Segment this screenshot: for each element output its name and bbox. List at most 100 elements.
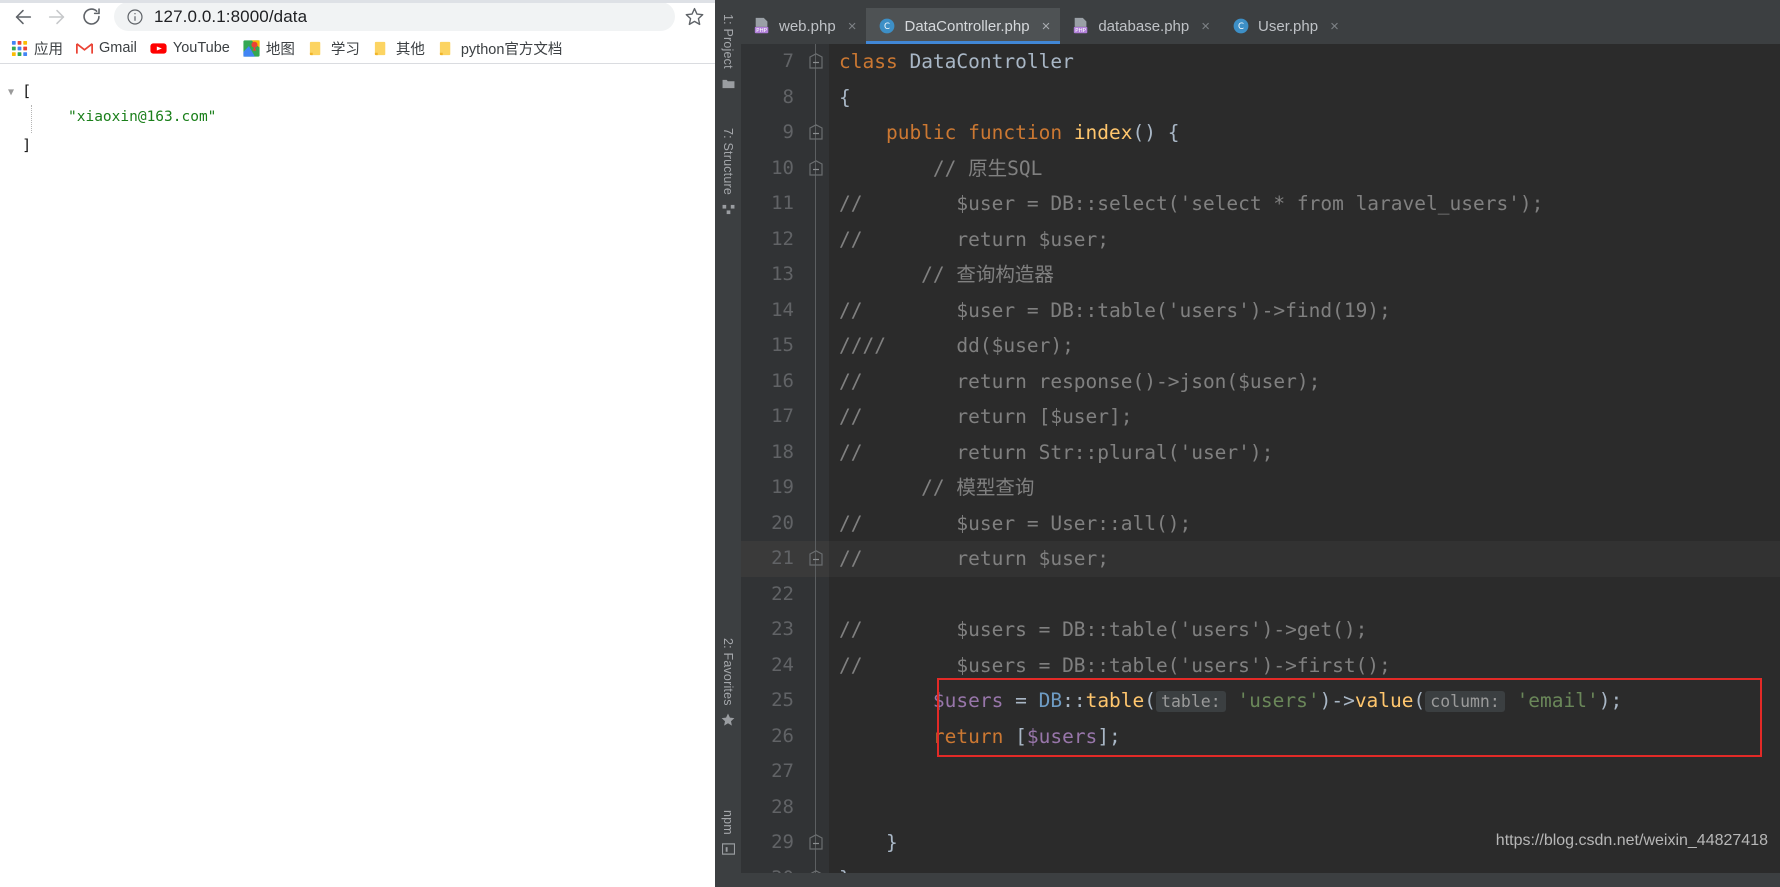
- fold-gutter[interactable]: [803, 399, 829, 435]
- line-number: 26: [741, 718, 803, 754]
- fold-gutter[interactable]: [803, 789, 829, 825]
- bookmark-item-apps[interactable]: 应用: [6, 35, 71, 62]
- fold-gutter[interactable]: [803, 860, 829, 873]
- fold-gutter[interactable]: [803, 186, 829, 222]
- code-line[interactable]: 8{: [741, 79, 1780, 115]
- fold-gutter[interactable]: [803, 683, 829, 719]
- code-line[interactable]: 14 // $user = DB::table('users')->find(19…: [741, 292, 1780, 329]
- fold-gutter[interactable]: [803, 150, 829, 186]
- info-circle-icon[interactable]: [126, 8, 144, 26]
- code-line[interactable]: 25 $users = DB::table(table: 'users')->v…: [741, 683, 1780, 719]
- code-token: $user = User::all();: [862, 511, 1192, 535]
- code-line[interactable]: 19 // 模型查询: [741, 470, 1780, 506]
- bookmark-folder-study[interactable]: 学习: [303, 35, 368, 62]
- code-editor[interactable]: 7 class DataController 8{9 public function…: [741, 44, 1780, 873]
- code-line[interactable]: 17 // return [$user];: [741, 399, 1780, 435]
- code-text: class DataController: [829, 44, 1780, 80]
- tool-window-favorites[interactable]: 2: Favorites: [715, 636, 741, 736]
- bookmark-item-gmail[interactable]: Gmail: [71, 37, 145, 60]
- editor-tab-datacontroller-php[interactable]: C DataController.php ×: [866, 8, 1061, 44]
- line-number: 25: [741, 683, 803, 719]
- code-line[interactable]: 10 // 原生SQL: [741, 150, 1780, 186]
- code-line[interactable]: 13 // 查询构造器: [741, 257, 1780, 293]
- code-line[interactable]: 22: [741, 576, 1780, 612]
- bookmark-folder-other[interactable]: 其他: [368, 35, 433, 62]
- bookmark-star-icon[interactable]: [679, 2, 709, 32]
- tool-window-strip: 1: Project 7: Structure 2: Favorites npm: [715, 8, 741, 873]
- svg-text:PHP: PHP: [1075, 28, 1087, 34]
- fold-gutter[interactable]: [803, 79, 829, 115]
- code-token: DataController: [909, 50, 1074, 73]
- code-line[interactable]: 21 // return $user;: [741, 541, 1780, 577]
- fold-gutter[interactable]: [803, 434, 829, 470]
- fold-gutter[interactable]: [803, 647, 829, 683]
- fold-gutter[interactable]: [803, 221, 829, 257]
- collapse-triangle-icon[interactable]: ▼: [0, 79, 22, 105]
- close-icon[interactable]: ×: [1042, 19, 1051, 34]
- code-line[interactable]: 12 // return $user;: [741, 221, 1780, 257]
- line-number: 23: [741, 612, 803, 648]
- fold-gutter[interactable]: [803, 718, 829, 754]
- address-bar[interactable]: 127.0.0.1:8000/data: [114, 2, 675, 31]
- reload-icon[interactable]: [74, 2, 108, 32]
- fold-gutter[interactable]: [803, 363, 829, 399]
- line-number: 28: [741, 789, 803, 825]
- code-line[interactable]: 18 // return Str::plural('user');: [741, 434, 1780, 470]
- code-token: class: [839, 50, 910, 73]
- fold-gutter[interactable]: [803, 612, 829, 648]
- fold-gutter[interactable]: [803, 541, 829, 577]
- close-icon[interactable]: ×: [1330, 19, 1339, 34]
- close-icon[interactable]: ×: [848, 19, 857, 34]
- code-line[interactable]: 11 // $user = DB::select('select * from l…: [741, 186, 1780, 222]
- fold-gutter[interactable]: [803, 44, 829, 80]
- bookmark-label: 学习: [330, 41, 360, 58]
- code-line[interactable]: 26 return [$users];: [741, 718, 1780, 754]
- svg-text:C: C: [885, 22, 891, 32]
- code-line[interactable]: 27: [741, 754, 1780, 790]
- fold-gutter[interactable]: [803, 576, 829, 612]
- bookmark-item-youtube[interactable]: YouTube: [145, 37, 238, 60]
- json-open-bracket: [: [22, 82, 32, 100]
- editor-tab-user-php[interactable]: C User.php ×: [1220, 8, 1349, 44]
- code-line[interactable]: 16 // return response()->json($user);: [741, 363, 1780, 399]
- fold-gutter[interactable]: [803, 292, 829, 328]
- fold-gutter[interactable]: [803, 825, 829, 861]
- code-line[interactable]: 20 // $user = User::all();: [741, 505, 1780, 542]
- bookmark-folder-python-docs[interactable]: python官方文档: [433, 35, 571, 62]
- code-text: // $user = User::all();: [829, 506, 1780, 542]
- code-line[interactable]: 24 // $users = DB::table('users')->first(…: [741, 647, 1780, 683]
- tool-window-project[interactable]: 1: Project: [715, 12, 741, 99]
- line-number: 13: [741, 257, 803, 293]
- editor-tab-database-php[interactable]: PHP database.php ×: [1060, 8, 1221, 44]
- star-icon: [721, 713, 735, 731]
- code-line[interactable]: 23 // $users = DB::table('users')->get();: [741, 612, 1780, 648]
- code-line[interactable]: 15 //// dd($user);: [741, 328, 1780, 364]
- fold-gutter[interactable]: [803, 470, 829, 506]
- editor-tab-web-php[interactable]: PHP web.php ×: [741, 8, 867, 44]
- chrome-toolbar: 127.0.0.1:8000/data: [0, 0, 715, 33]
- fold-gutter[interactable]: [803, 754, 829, 790]
- tool-window-structure[interactable]: 7: Structure: [715, 126, 741, 225]
- fold-gutter[interactable]: [803, 505, 829, 541]
- code-line[interactable]: 30}: [741, 860, 1780, 873]
- php-file-icon: PHP: [1072, 17, 1090, 35]
- fold-gutter[interactable]: [803, 257, 829, 293]
- fold-gutter[interactable]: [803, 328, 829, 364]
- forward-icon[interactable]: [40, 2, 74, 32]
- code-token: // 原生SQL: [839, 156, 1043, 180]
- line-number: 29: [741, 825, 803, 861]
- code-line[interactable]: 9 public function index() {: [741, 115, 1780, 151]
- code-text: // $user = DB::table('users')->find(19);: [829, 293, 1780, 329]
- back-icon[interactable]: [6, 2, 40, 32]
- close-icon[interactable]: ×: [1201, 19, 1210, 34]
- code-line[interactable]: 28: [741, 789, 1780, 825]
- fold-gutter[interactable]: [803, 115, 829, 151]
- tool-window-npm[interactable]: npm: [715, 808, 741, 865]
- editor-column: PHP web.php × C DataController.php × PHP…: [741, 8, 1780, 873]
- php-class-icon: C: [1232, 17, 1250, 35]
- bookmark-item-maps[interactable]: 地图: [238, 35, 303, 62]
- code-token: column:: [1425, 691, 1505, 712]
- code-line[interactable]: 7 class DataController: [741, 44, 1780, 80]
- line-number: 12: [741, 221, 803, 257]
